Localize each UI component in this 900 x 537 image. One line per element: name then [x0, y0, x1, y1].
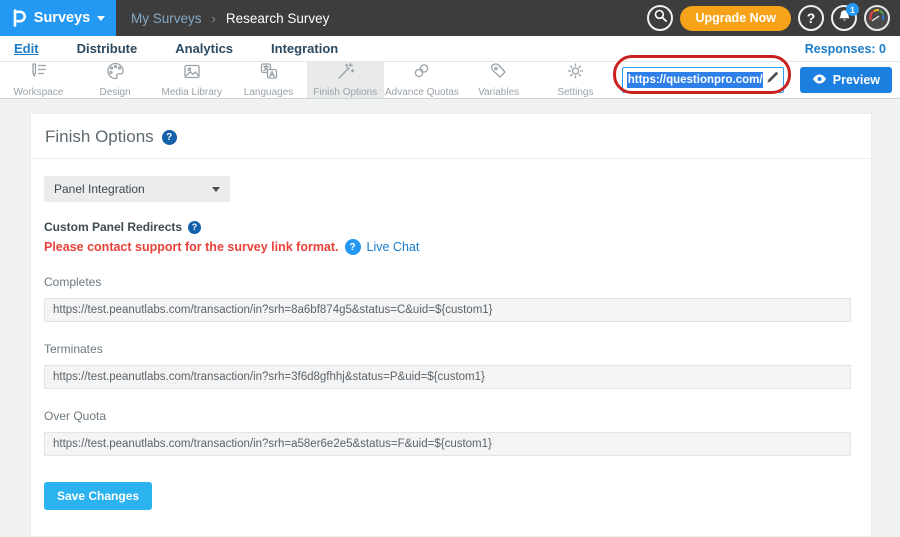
survey-nav-row: Edit Distribute Analytics Integration Re…	[0, 36, 900, 62]
support-warning-row: Please contact support for the survey li…	[44, 239, 851, 255]
over-quota-url-input[interactable]	[44, 432, 851, 456]
toolbar-item-settings[interactable]: Settings	[537, 62, 614, 98]
section-title-row: Custom Panel Redirects ?	[44, 220, 851, 234]
help-icon: ?	[807, 10, 816, 26]
toolbar-item-variables[interactable]: Variables	[460, 62, 537, 98]
card-body: Panel Integration Custom Panel Redirects…	[31, 176, 871, 536]
page-title: Finish Options	[45, 127, 154, 147]
live-chat-link[interactable]: Live Chat	[367, 240, 420, 254]
search-icon	[654, 9, 667, 27]
avatar-gauge-icon	[868, 7, 886, 30]
tab-integration[interactable]: Integration	[271, 41, 338, 56]
variables-icon	[489, 62, 508, 85]
support-warning-text: Please contact support for the survey li…	[44, 240, 339, 254]
survey-url-area: https://questionpro.com/t/A	[622, 62, 784, 98]
toolbar-item-workspace[interactable]: Workspace	[0, 62, 77, 98]
media-library-icon	[182, 63, 202, 85]
header-divider	[31, 158, 871, 159]
breadcrumb-my-surveys[interactable]: My Surveys	[131, 11, 202, 26]
toolbar-item-media-library[interactable]: Media Library	[153, 62, 230, 98]
eye-icon	[812, 73, 827, 87]
section-help-icon[interactable]: ?	[188, 221, 201, 234]
completes-label: Completes	[44, 275, 851, 289]
topbar-actions: Upgrade Now ? 1	[647, 5, 890, 31]
terminates-label: Terminates	[44, 342, 851, 356]
responses-count: Responses: 0	[805, 42, 886, 56]
breadcrumb: My Surveys › Research Survey	[131, 11, 329, 26]
save-changes-button[interactable]: Save Changes	[44, 482, 152, 510]
survey-url-selected-text: https://questionpro.com/t/A	[627, 72, 763, 88]
chevron-down-icon	[212, 187, 220, 192]
toolbar-item-design[interactable]: Design	[77, 62, 154, 98]
upgrade-now-button[interactable]: Upgrade Now	[680, 6, 791, 31]
edit-toolbar: Workspace Design Media Library	[0, 62, 900, 99]
preview-button[interactable]: Preview	[800, 67, 892, 93]
over-quota-label: Over Quota	[44, 409, 851, 423]
completes-url-input[interactable]	[44, 298, 851, 322]
finish-options-card: Finish Options ? Panel Integration Custo…	[30, 113, 872, 537]
panel-integration-dropdown[interactable]: Panel Integration	[44, 176, 230, 202]
design-icon	[106, 62, 125, 85]
notifications-button[interactable]: 1	[831, 5, 857, 31]
product-label: Surveys	[34, 10, 90, 26]
toolbar-item-languages[interactable]: Languages	[230, 62, 307, 98]
tab-analytics[interactable]: Analytics	[175, 41, 233, 56]
preview-label: Preview	[833, 73, 880, 87]
toolbar-item-advance-quotas[interactable]: Advance Quotas	[384, 62, 461, 98]
survey-nav-tabs: Edit Distribute Analytics Integration	[14, 41, 338, 56]
terminates-url-input[interactable]	[44, 365, 851, 389]
section-title: Custom Panel Redirects	[44, 220, 182, 234]
languages-icon	[259, 62, 279, 85]
search-button[interactable]	[647, 5, 673, 31]
help-button[interactable]: ?	[798, 5, 824, 31]
dropdown-selected-value: Panel Integration	[54, 182, 212, 196]
topbar: Surveys My Surveys › Research Survey Upg…	[0, 0, 900, 36]
advance-quotas-icon	[412, 62, 431, 85]
finish-options-help-icon[interactable]: ?	[162, 130, 177, 145]
product-switcher[interactable]: Surveys	[0, 0, 116, 36]
tab-edit[interactable]: Edit	[14, 41, 39, 56]
finish-options-icon	[336, 62, 355, 85]
chevron-down-icon	[97, 16, 105, 21]
user-avatar[interactable]	[864, 5, 890, 31]
toolbar-item-finish-options[interactable]: Finish Options	[307, 62, 384, 98]
workspace-icon	[28, 62, 48, 85]
notification-badge: 1	[846, 3, 859, 16]
card-header: Finish Options ?	[31, 114, 871, 158]
edit-url-pencil-icon[interactable]	[766, 71, 779, 89]
tab-distribute[interactable]: Distribute	[77, 41, 138, 56]
settings-icon	[566, 62, 585, 85]
questionpro-logo-icon	[11, 9, 27, 27]
live-chat-help-icon[interactable]: ?	[345, 239, 361, 255]
breadcrumb-current-survey: Research Survey	[226, 11, 330, 26]
survey-url-input[interactable]: https://questionpro.com/t/A	[622, 67, 784, 93]
page-content: Finish Options ? Panel Integration Custo…	[0, 100, 900, 517]
breadcrumb-separator: ›	[212, 11, 216, 26]
